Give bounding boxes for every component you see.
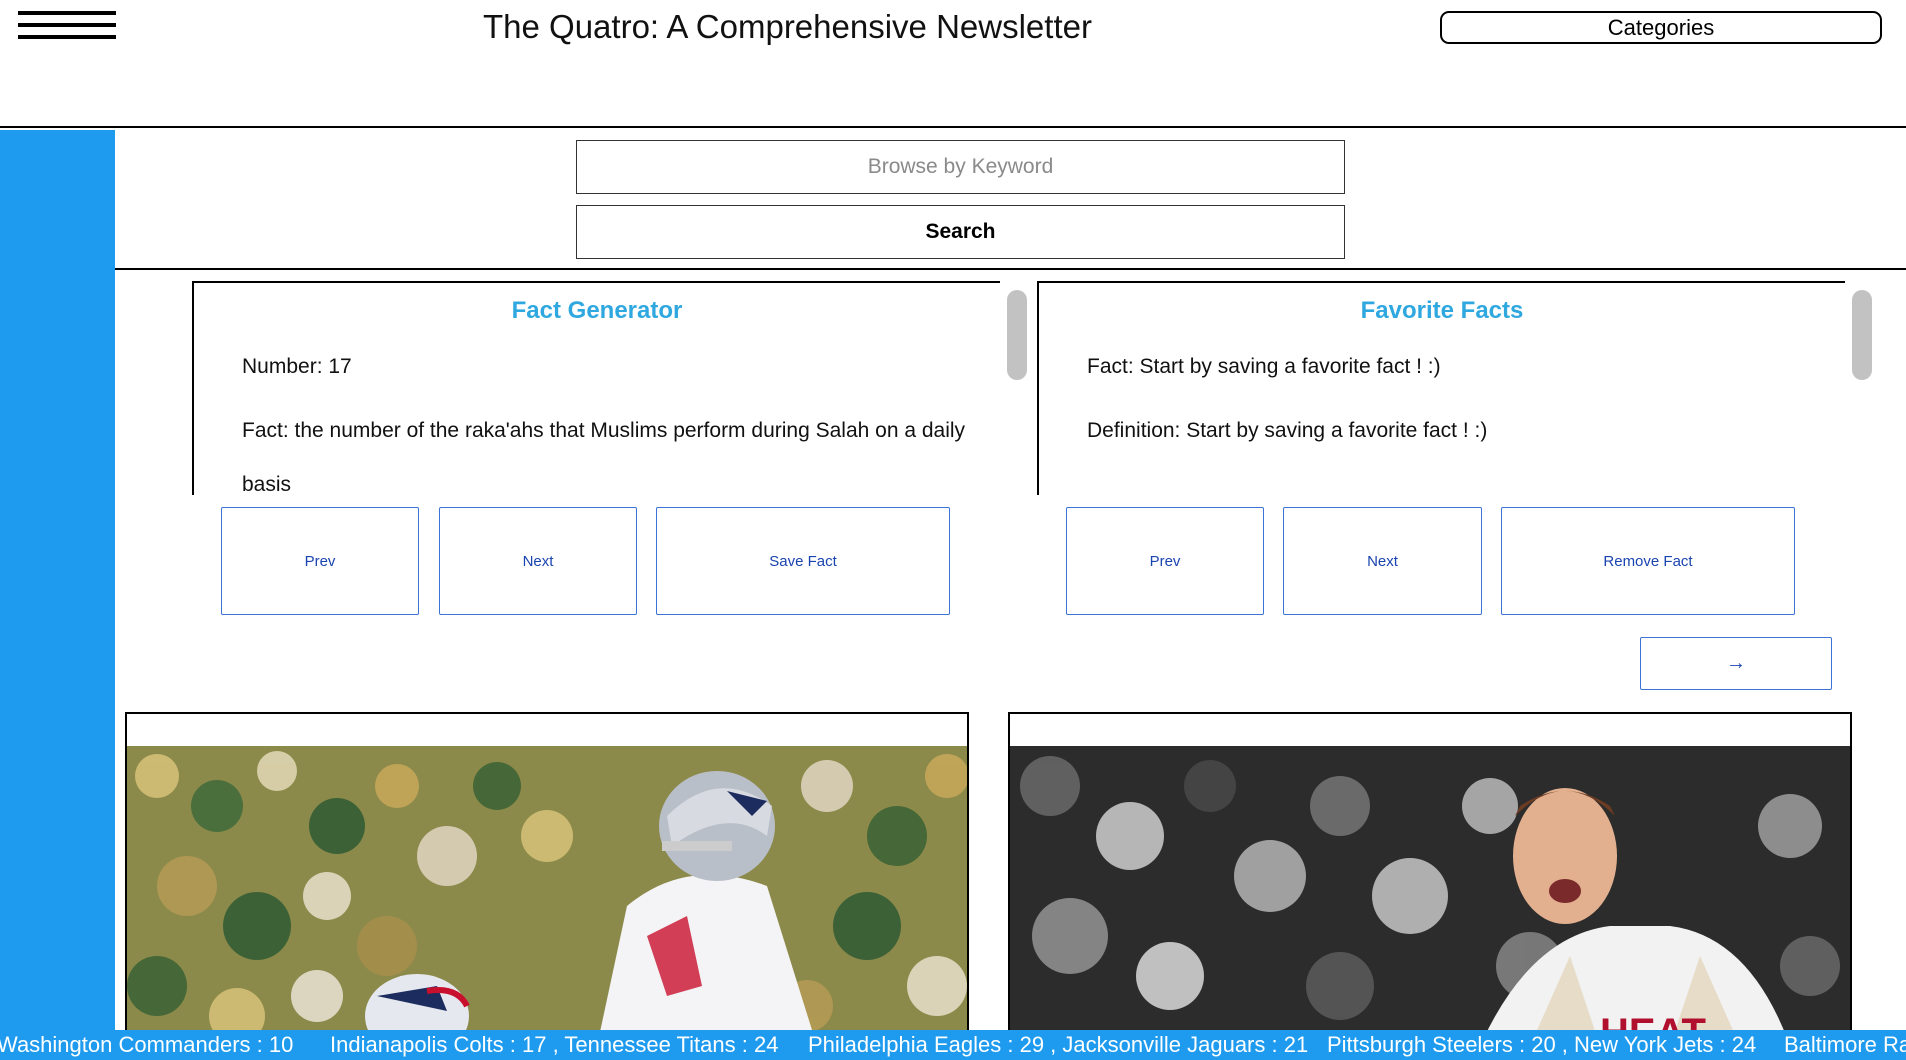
categories-button[interactable]: Categories xyxy=(1440,11,1882,44)
site-title: The Quatro: A Comprehensive Newsletter xyxy=(483,8,1092,45)
hamburger-menu-icon[interactable] xyxy=(18,11,116,41)
fact-next-button[interactable]: Next xyxy=(439,507,637,615)
fact-generator-title: Fact Generator xyxy=(511,297,683,324)
search-button[interactable]: Search xyxy=(576,205,1345,259)
favorite-prev-button[interactable]: Prev xyxy=(1066,507,1264,615)
news-card[interactable] xyxy=(125,712,969,1042)
favorite-facts-panel: Favorite Facts Fact: Start by saving a f… xyxy=(1037,281,1845,495)
favorite-facts-title: Favorite Facts xyxy=(1360,297,1524,324)
football-player-image xyxy=(127,746,967,1040)
hamburger-bar xyxy=(18,11,116,15)
hamburger-bar xyxy=(18,23,116,27)
save-fact-button[interactable]: Save Fact xyxy=(656,507,950,615)
favorite-fact-text: Fact: Start by saving a favorite fact ! … xyxy=(1087,355,1441,378)
ticker-item: Pittsburgh Steelers : 20 , New York Jets… xyxy=(1327,1032,1757,1057)
remove-fact-button[interactable]: Remove Fact xyxy=(1501,507,1795,615)
favorite-facts-scrollbar[interactable] xyxy=(1852,290,1872,380)
fact-generator-panel: Fact Generator Number: 17 Fact: the numb… xyxy=(192,281,1000,495)
news-card[interactable]: HEAT xyxy=(1008,712,1852,1042)
ticker-item: Indianapolis Colts : 17 , Tennessee Tita… xyxy=(330,1032,779,1057)
search-divider xyxy=(115,268,1906,270)
basketball-player-image: HEAT xyxy=(1010,746,1850,1040)
ticker-item: Baltimore Ra xyxy=(1784,1032,1906,1057)
fact-prev-button[interactable]: Prev xyxy=(221,507,419,615)
fact-text: Fact: the number of the raka'ahs that Mu… xyxy=(242,419,966,442)
fact-number: Number: 17 xyxy=(242,355,352,378)
fact-generator-scrollbar[interactable] xyxy=(1007,290,1027,380)
ticker-item: Washington Commanders : 10 xyxy=(0,1032,294,1057)
fact-text-continued: basis xyxy=(242,473,292,495)
arrow-right-icon: → xyxy=(1726,652,1746,674)
next-page-arrow-button[interactable]: → xyxy=(1640,637,1832,690)
header-divider xyxy=(0,126,1906,128)
hamburger-bar xyxy=(18,35,116,39)
search-input[interactable] xyxy=(576,140,1345,194)
ticker-item: Philadelphia Eagles : 29 , Jacksonville … xyxy=(808,1032,1309,1057)
sidebar xyxy=(0,130,115,1060)
favorite-next-button[interactable]: Next xyxy=(1283,507,1482,615)
favorite-fact-definition: Definition: Start by saving a favorite f… xyxy=(1087,419,1488,442)
score-ticker: Washington Commanders : 10 Indianapolis … xyxy=(0,1030,1906,1060)
